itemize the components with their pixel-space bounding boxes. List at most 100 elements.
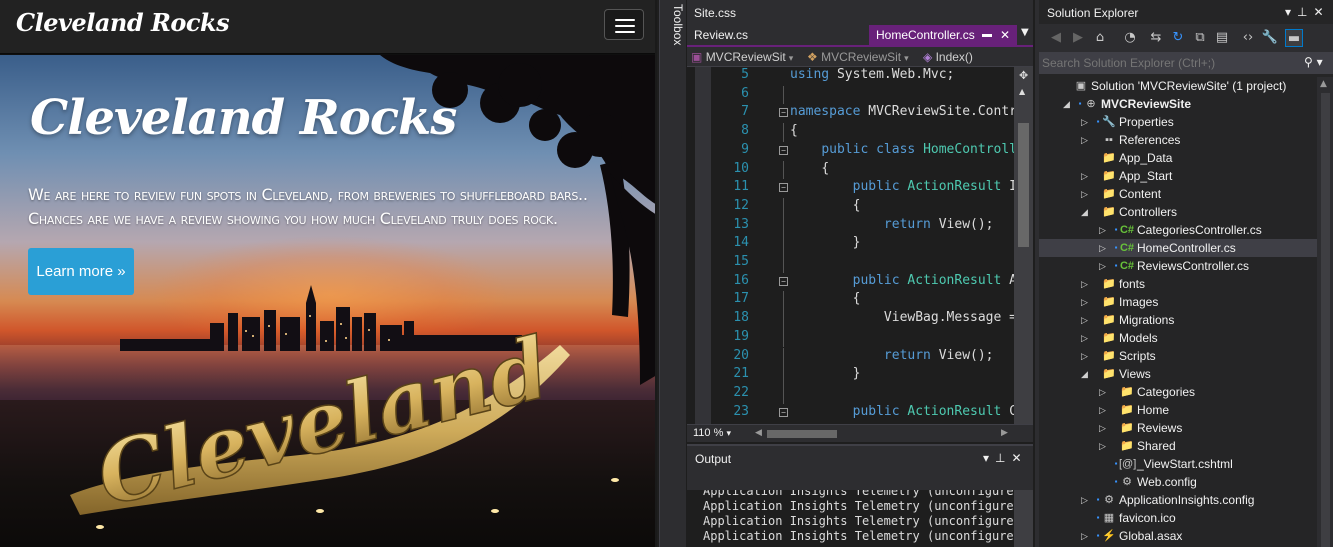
scrollbar-thumb[interactable] [1321,93,1330,547]
expanded-arrow-icon[interactable]: ◢ [1081,203,1091,221]
solution-tree-scrollbar[interactable]: ▲ [1317,77,1333,547]
tree-node[interactable]: ◢ 📁 Controllers [1039,203,1317,221]
editor-horizontal-scrollbar[interactable]: 110 % ▾ ◀ ▶ [687,424,1033,442]
member-combo[interactable]: ◈ Index() [923,47,1033,67]
tree-node[interactable]: ▷ 📁 App_Start [1039,167,1317,185]
output-vertical-scrollbar[interactable] [1014,490,1033,547]
preview-selected-items-icon[interactable]: ▬ [1285,29,1303,47]
sync-with-document-icon[interactable]: ⇆ [1147,29,1165,47]
navbar-toggle-button[interactable] [604,9,644,40]
collapsed-arrow-icon[interactable]: ▷ [1081,185,1091,203]
collapse-region-icon[interactable]: − [779,145,788,155]
collapsed-arrow-icon[interactable]: ▷ [1081,293,1091,311]
pin-icon[interactable]: ⊥ [995,451,1011,465]
collapsed-arrow-icon[interactable]: ▷ [1099,257,1109,275]
tree-node[interactable]: ▷ ▪ ⚙ ApplicationInsights.config [1039,491,1317,509]
expanded-arrow-icon[interactable]: ◢ [1063,95,1073,113]
tree-node[interactable]: ▷ 📁 Reviews [1039,419,1317,437]
tree-node[interactable]: ▷ 📁 fonts [1039,275,1317,293]
class-combo[interactable]: ❖ MVCReviewSit ▾ [807,47,917,67]
output-text-area[interactable]: Application Insights Telemetry (unconfig… [687,490,1033,547]
tree-node[interactable]: 📁 App_Data [1039,149,1317,167]
scroll-right-icon[interactable]: ▶ [1001,428,1008,438]
search-icon[interactable]: ⚲ ▾ [1304,55,1323,69]
tree-node[interactable]: ▷ ▪ C# HomeController.cs [1039,239,1317,257]
pending-changes-filter-icon[interactable]: ◔ [1121,29,1139,47]
tree-node[interactable]: ▷ ▪▪ References [1039,131,1317,149]
close-icon[interactable]: ✕ [1313,5,1329,19]
collapsed-arrow-icon[interactable]: ▷ [1081,131,1091,149]
close-tab-icon[interactable]: ✕ [1000,25,1010,45]
learn-more-button[interactable]: Learn more » [28,248,134,295]
tree-node[interactable]: ▷ 📁 Categories [1039,383,1317,401]
zoom-level-combo[interactable]: 110 % ▾ [693,427,731,439]
scroll-up-icon[interactable]: ▲ [1019,87,1025,96]
tree-node[interactable]: ▷ 📁 Content [1039,185,1317,203]
properties-wrench-icon[interactable]: 🔧 [1261,29,1279,47]
collapsed-arrow-icon[interactable]: ▷ [1099,239,1109,257]
solution-search-input[interactable] [1042,54,1302,72]
tab-review-cs[interactable]: Review.cs [687,25,767,45]
collapse-region-icon[interactable]: − [779,276,788,286]
home-icon[interactable]: ⌂ [1091,29,1109,47]
tree-node[interactable]: ▷ 📁 Images [1039,293,1317,311]
tree-node[interactable]: ▪ ▦ favicon.ico [1039,509,1317,527]
collapse-region-icon[interactable]: − [779,183,788,193]
editor-vertical-scrollbar[interactable]: ✥ ▲ [1014,67,1033,424]
forward-icon[interactable]: ▶ [1069,29,1087,47]
toolbox-tab[interactable]: Toolbox [671,4,685,45]
scroll-up-icon[interactable]: ▲ [1320,79,1327,89]
code-text-area[interactable]: 5 using System.Web.Mvc; 6 7− namespace MVCRe… [687,67,1033,424]
collapsed-arrow-icon[interactable]: ▷ [1081,329,1091,347]
horizontal-scrollbar-thumb[interactable] [767,430,837,438]
scroll-left-icon[interactable]: ◀ [755,428,762,438]
collapsed-arrow-icon[interactable]: ▷ [1081,113,1091,131]
close-icon[interactable]: ✕ [1011,451,1027,465]
tab-overflow-dropdown-icon[interactable]: ▼ [1021,27,1029,38]
collapsed-arrow-icon[interactable]: ▷ [1081,311,1091,329]
collapsed-arrow-icon[interactable]: ▷ [1099,437,1109,455]
window-menu-icon[interactable]: ▾ [1285,5,1297,19]
collapse-region-icon[interactable]: − [779,407,788,417]
tree-node[interactable]: ▪ ⚙ Web.config [1039,473,1317,491]
collapsed-arrow-icon[interactable]: ▷ [1099,419,1109,437]
pin-tab-icon[interactable]: ▬ [982,25,992,45]
collapsed-arrow-icon[interactable]: ▷ [1081,491,1091,509]
back-icon[interactable]: ◀ [1047,29,1065,47]
show-all-files-icon[interactable]: ▤ [1213,29,1231,47]
collapse-region-icon[interactable]: − [779,108,788,118]
expanded-arrow-icon[interactable]: ◢ [1081,365,1091,383]
collapsed-arrow-icon[interactable]: ▷ [1081,167,1091,185]
collapsed-arrow-icon[interactable]: ▷ [1099,401,1109,419]
collapse-all-icon[interactable]: ⧉ [1191,29,1209,47]
tree-node[interactable]: ▷ 📁 Home [1039,401,1317,419]
collapsed-arrow-icon[interactable]: ▷ [1081,347,1091,365]
solution-search-box[interactable]: ⚲ ▾ [1039,52,1333,74]
tree-node[interactable]: ▷ 📁 Models [1039,329,1317,347]
collapsed-arrow-icon[interactable]: ▷ [1081,527,1091,545]
tree-node[interactable]: ▣ Solution 'MVCReviewSite' (1 project) [1039,77,1317,95]
collapsed-arrow-icon[interactable]: ▷ [1081,275,1091,293]
tab-site-css[interactable]: Site.css [687,3,747,23]
tree-node[interactable]: ▷ ▪ 🔧 Properties [1039,113,1317,131]
tree-node[interactable]: ▷ 📁 Migrations [1039,311,1317,329]
tree-node[interactable]: ▷ 📁 Scripts [1039,347,1317,365]
collapsed-arrow-icon[interactable]: ▷ [1099,383,1109,401]
tree-node[interactable]: ▪ [@] _ViewStart.cshtml [1039,455,1317,473]
window-menu-icon[interactable]: ▾ [983,451,995,465]
scrollbar-thumb[interactable] [1018,123,1029,247]
project-combo[interactable]: ▣ MVCReviewSit ▾ [691,47,801,67]
pin-icon[interactable]: ⊥ [1297,5,1313,19]
tree-node[interactable]: ▷ 📁 Shared [1039,437,1317,455]
collapsed-arrow-icon[interactable]: ▷ [1099,221,1109,239]
tree-node[interactable]: ◢ 📁 Views [1039,365,1317,383]
tree-node[interactable]: ▷ ▪ C# CategoriesController.cs [1039,221,1317,239]
view-code-icon[interactable]: ‹› [1239,29,1257,47]
tab-home-controller[interactable]: HomeController.cs ▬ ✕ [869,25,1017,45]
refresh-icon[interactable]: ↻ [1169,29,1187,47]
tree-node[interactable]: ◢ ▪ ⊕ MVCReviewSite [1039,95,1317,113]
tree-node[interactable]: ▷ ▪ C# ReviewsController.cs [1039,257,1317,275]
site-brand-link[interactable]: Cleveland Rocks [16,8,230,37]
split-editor-icon[interactable]: ✥ [1019,69,1028,82]
tree-node[interactable]: ▷ ▪ ⚡ Global.asax [1039,527,1317,545]
